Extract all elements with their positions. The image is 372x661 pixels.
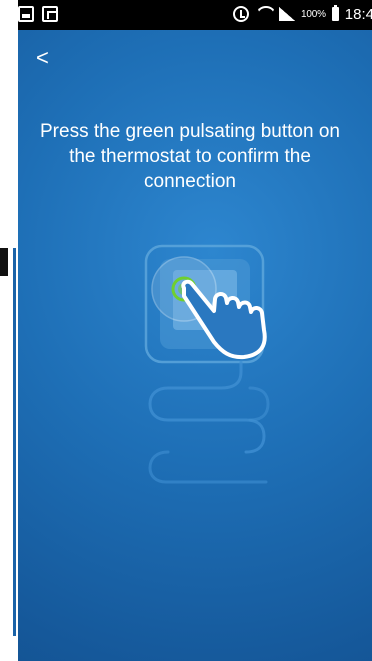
cast-icon <box>42 6 58 22</box>
app-screen: 100% 18:4 < Press the green pulsating bu… <box>18 0 372 661</box>
status-left-icons <box>18 6 58 22</box>
cable-icon <box>148 360 270 484</box>
battery-percentage: 100% <box>301 8 326 20</box>
background-window-corner <box>0 248 8 276</box>
instruction-text: Press the green pulsating button on the … <box>40 121 340 192</box>
background-window-edge <box>0 248 16 636</box>
thermostat-icon <box>144 244 265 364</box>
back-button[interactable]: < <box>36 46 60 70</box>
clock-time: 18:4 <box>344 5 372 23</box>
screen: 100% 18:4 < Press the green pulsating bu… <box>0 0 372 661</box>
status-bar: 100% 18:4 <box>18 0 372 30</box>
thermostat-illustration <box>144 244 270 484</box>
image-notification-icon <box>18 6 34 22</box>
wifi-icon <box>255 5 273 23</box>
signal-icon <box>279 7 296 21</box>
battery-icon <box>331 5 339 21</box>
pointing-hand-icon <box>181 279 267 360</box>
alarm-icon <box>233 6 250 22</box>
status-right-icons: 100% 18:4 <box>233 5 372 23</box>
